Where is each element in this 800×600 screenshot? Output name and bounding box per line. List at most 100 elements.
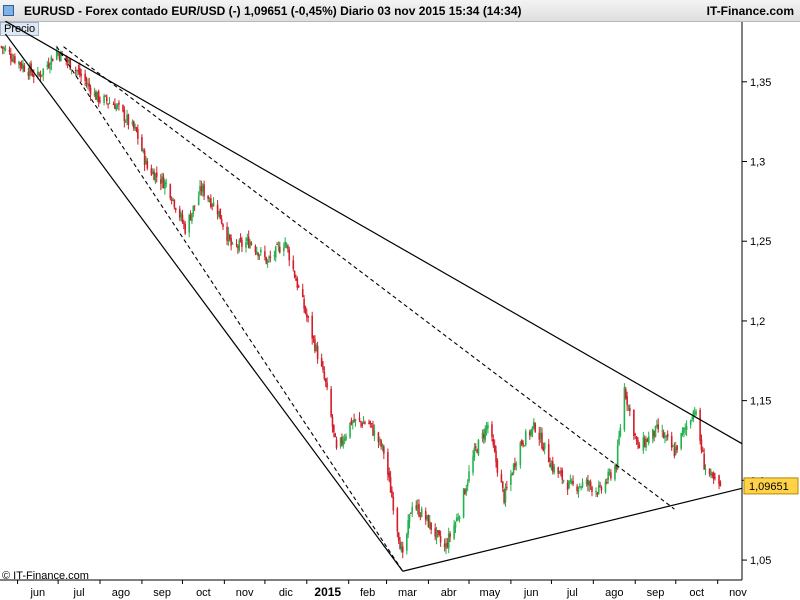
candle-body — [297, 285, 300, 288]
candle-body — [506, 486, 508, 488]
candle-body — [383, 446, 385, 454]
candle-body — [222, 223, 224, 227]
candle-body — [373, 430, 376, 436]
y-tick-label: 1,05 — [750, 555, 771, 567]
candle-body — [472, 456, 474, 473]
candle-body — [572, 480, 574, 485]
candle-body — [172, 198, 174, 200]
candle-body — [69, 58, 72, 70]
candle-body — [292, 260, 295, 270]
candle-body — [184, 223, 186, 234]
candle-body — [504, 487, 507, 503]
candle-body — [47, 63, 50, 68]
candle-body — [137, 129, 139, 139]
candle-body — [285, 243, 288, 245]
candle-body — [523, 445, 526, 447]
candle-body — [487, 424, 489, 429]
candle-body — [23, 65, 26, 72]
x-axis: jun jul ago sep oct nov dic 2015 feb mar abr may jun… — [17, 580, 747, 599]
x-tick-label: ago — [605, 587, 623, 599]
candle-body — [238, 240, 241, 251]
candle-body — [277, 245, 280, 247]
candle-body — [420, 508, 423, 517]
candle-body — [626, 396, 628, 405]
candle-body — [634, 433, 637, 435]
candle-body — [49, 66, 51, 69]
y-tick-label: 1,35 — [750, 77, 771, 89]
candle-body — [269, 256, 272, 258]
y-tick-label: 1,15 — [750, 396, 771, 408]
candle-body — [568, 480, 570, 489]
x-tick-label: mar — [398, 587, 417, 599]
candle-body — [500, 474, 503, 483]
candle-body — [629, 407, 631, 412]
candle-body — [181, 214, 184, 223]
candle-body — [553, 466, 555, 473]
candle-body — [522, 442, 524, 445]
candle-body — [666, 433, 669, 438]
candle-body — [597, 485, 600, 494]
candle-body — [345, 435, 347, 440]
x-tick-label: oct — [689, 587, 704, 599]
candle-body — [397, 532, 400, 541]
candle-body — [562, 480, 565, 482]
candle-body — [424, 511, 427, 520]
candle-body — [301, 289, 304, 297]
y-tick-label: 1,2 — [750, 316, 765, 328]
candle-body — [38, 73, 40, 75]
candle-body — [14, 56, 16, 63]
candle-body — [107, 103, 109, 105]
candle-body — [118, 102, 120, 105]
candle-body — [599, 484, 601, 486]
candle-body — [311, 315, 314, 339]
candle-body — [174, 208, 177, 211]
candle-body — [439, 536, 442, 543]
candle-body — [534, 423, 537, 432]
candle-body — [541, 432, 543, 449]
candle-body — [322, 366, 324, 371]
candle-body — [401, 546, 404, 553]
candle-body — [627, 405, 630, 408]
candle-body — [124, 121, 127, 123]
candle-body — [84, 73, 86, 81]
candle-body — [547, 444, 550, 463]
x-tick-label: nov — [729, 587, 747, 599]
candle-body — [123, 109, 126, 122]
candle-body — [672, 446, 674, 448]
candle-body — [606, 481, 608, 483]
trendline — [5, 20, 743, 445]
candle-body — [492, 439, 495, 446]
candle-body — [170, 199, 173, 202]
candle-body — [700, 439, 703, 451]
candle-body — [411, 506, 414, 513]
candle-body — [264, 251, 266, 258]
candle-body — [396, 508, 399, 532]
candle-body — [495, 450, 497, 462]
candle-body — [192, 205, 195, 215]
candle-body — [324, 378, 327, 383]
candle-body — [604, 481, 607, 493]
candle-body — [524, 431, 527, 446]
candle-body — [473, 447, 476, 458]
price-chart[interactable]: 1,351,31,251,21,151,11,05 junjulagosepoc… — [0, 0, 800, 600]
last-price-label: 1,09651 — [743, 477, 799, 495]
candle-body — [116, 104, 119, 106]
candle-body — [580, 486, 582, 488]
candle-body — [335, 439, 338, 448]
candle-body — [558, 472, 561, 474]
x-tick-label: feb — [360, 587, 375, 599]
candle-body — [699, 409, 701, 441]
candle-body — [676, 445, 678, 450]
candle-body — [108, 102, 111, 104]
candle-body — [493, 445, 496, 452]
candle-body — [288, 249, 291, 261]
candle-body — [254, 246, 257, 253]
candle-body — [169, 184, 172, 199]
candle-body — [88, 83, 91, 87]
candle-body — [685, 426, 688, 430]
candle-body — [235, 244, 238, 246]
x-tick-label: oct — [196, 587, 211, 599]
candle-body — [241, 240, 243, 247]
candle-body — [351, 421, 354, 424]
candle-body — [32, 74, 35, 77]
